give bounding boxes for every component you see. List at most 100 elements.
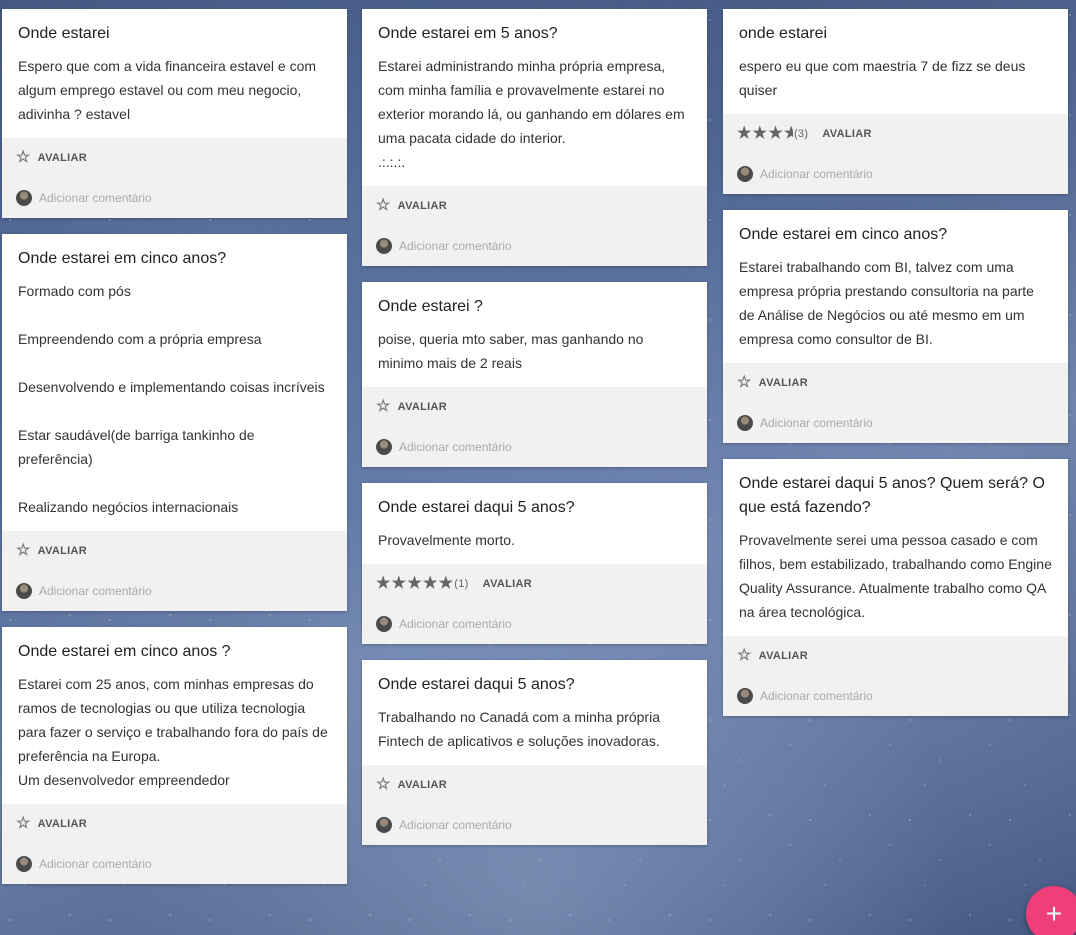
post-title: Onde estarei em 5 anos?	[378, 25, 558, 42]
add-comment-field[interactable]: Adicionar comentário	[16, 571, 333, 611]
avatar	[16, 856, 32, 872]
post-card[interactable]: Onde estarei em 5 anos? Estarei administr…	[362, 9, 707, 266]
post-card[interactable]: Onde estarei daqui 5 anos? Provavelmente …	[362, 483, 707, 644]
add-post-button[interactable]: +	[1026, 886, 1076, 935]
add-comment-field[interactable]: Adicionar comentário	[376, 604, 693, 644]
star-filled-icon[interactable]: ★	[753, 126, 768, 142]
rating-row[interactable]: ☆ AVALIAR	[16, 138, 333, 178]
post-card[interactable]: Onde estarei em cinco anos? Formado com p…	[2, 234, 347, 611]
add-comment-field[interactable]: Adicionar comentário	[16, 178, 333, 218]
star-outline-icon[interactable]: ☆	[376, 777, 391, 793]
rating-row[interactable]: ★ ★ ★ ★ (3) AVALIAR	[737, 114, 1054, 154]
rate-button[interactable]: AVALIAR	[483, 578, 532, 590]
add-comment-placeholder[interactable]: Adicionar comentário	[399, 239, 512, 253]
rate-button[interactable]: AVALIAR	[398, 200, 447, 212]
add-comment-placeholder[interactable]: Adicionar comentário	[399, 440, 512, 454]
rating-stars[interactable]: ★ ★ ★ ★ (3)	[737, 126, 816, 142]
star-filled-icon[interactable]: ★	[737, 126, 752, 142]
add-comment-field[interactable]: Adicionar comentário	[376, 805, 693, 845]
post-footer: ☆ AVALIAR Adicionar comentário	[362, 186, 707, 266]
rate-button[interactable]: AVALIAR	[398, 401, 447, 413]
rating-stars[interactable]: ☆	[376, 198, 392, 214]
rate-button[interactable]: AVALIAR	[38, 152, 87, 164]
rate-button[interactable]: AVALIAR	[38, 545, 87, 557]
star-outline-icon[interactable]: ☆	[737, 375, 752, 391]
star-filled-icon[interactable]: ★	[439, 576, 454, 592]
post-body: Onde estarei em cinco anos ? Estarei com …	[2, 627, 347, 804]
rating-stars[interactable]: ★ ★ ★ ★ ★ (1)	[376, 576, 477, 592]
star-outline-icon[interactable]: ☆	[376, 399, 391, 415]
rating-stars[interactable]: ☆	[737, 375, 753, 391]
star-filled-icon[interactable]: ★	[407, 576, 422, 592]
rating-stars[interactable]: ☆	[376, 777, 392, 793]
post-card[interactable]: Onde estarei ? poise, queria mto saber, m…	[362, 282, 707, 467]
rating-count: (1)	[454, 578, 469, 590]
column-3: onde estarei espero eu que com maestria 7…	[723, 9, 1068, 732]
post-card[interactable]: Onde estarei em cinco anos? Estarei traba…	[723, 210, 1068, 443]
star-outline-icon[interactable]: ☆	[16, 150, 31, 166]
add-comment-placeholder[interactable]: Adicionar comentário	[39, 584, 152, 598]
add-comment-placeholder[interactable]: Adicionar comentário	[760, 167, 873, 181]
star-filled-icon[interactable]: ★	[423, 576, 438, 592]
star-filled-icon[interactable]: ★	[392, 576, 407, 592]
post-footer: ☆ AVALIAR Adicionar comentário	[2, 138, 347, 218]
post-footer: ☆ AVALIAR Adicionar comentário	[362, 387, 707, 467]
avatar	[737, 166, 753, 182]
post-body: Onde estarei em cinco anos? Estarei traba…	[723, 210, 1068, 363]
star-outline-icon[interactable]: ☆	[737, 648, 752, 664]
post-card[interactable]: Onde estarei em cinco anos ? Estarei com …	[2, 627, 347, 884]
add-comment-placeholder[interactable]: Adicionar comentário	[39, 857, 152, 871]
add-comment-field[interactable]: Adicionar comentário	[376, 226, 693, 266]
post-title: Onde estarei em cinco anos?	[18, 250, 227, 267]
rate-button[interactable]: AVALIAR	[822, 128, 871, 140]
add-comment-field[interactable]: Adicionar comentário	[16, 844, 333, 884]
star-outline-icon[interactable]: ☆	[16, 816, 31, 832]
rating-row[interactable]: ☆ AVALIAR	[16, 531, 333, 571]
rating-row[interactable]: ☆ AVALIAR	[737, 636, 1054, 676]
add-comment-placeholder[interactable]: Adicionar comentário	[760, 689, 873, 703]
rating-stars[interactable]: ☆	[16, 816, 32, 832]
rating-row[interactable]: ☆ AVALIAR	[737, 363, 1054, 403]
post-footer: ☆ AVALIAR Adicionar comentário	[723, 363, 1068, 443]
rating-row[interactable]: ☆ AVALIAR	[376, 387, 693, 427]
rating-row[interactable]: ★ ★ ★ ★ ★ (1) AVALIAR	[376, 564, 693, 604]
star-outline-icon[interactable]: ☆	[16, 543, 31, 559]
rate-button[interactable]: AVALIAR	[759, 377, 808, 389]
post-title: onde estarei	[739, 25, 828, 42]
add-comment-placeholder[interactable]: Adicionar comentário	[39, 191, 152, 205]
post-body: onde estarei espero eu que com maestria 7…	[723, 9, 1068, 114]
rating-row[interactable]: ☆ AVALIAR	[16, 804, 333, 844]
add-comment-field[interactable]: Adicionar comentário	[737, 403, 1054, 443]
rate-button[interactable]: AVALIAR	[398, 779, 447, 791]
add-comment-field[interactable]: Adicionar comentário	[737, 676, 1054, 716]
rating-stars[interactable]: ☆	[16, 150, 32, 166]
star-outline-icon[interactable]: ☆	[376, 198, 391, 214]
post-body: Onde estarei Espero que com a vida financ…	[2, 9, 347, 138]
rating-row[interactable]: ☆ AVALIAR	[376, 765, 693, 805]
rating-stars[interactable]: ☆	[376, 399, 392, 415]
rating-stars[interactable]: ☆	[737, 648, 753, 664]
post-card[interactable]: Onde estarei daqui 5 anos? Quem será? O …	[723, 459, 1068, 716]
post-footer: ☆ AVALIAR Adicionar comentário	[2, 804, 347, 884]
rate-button[interactable]: AVALIAR	[759, 650, 808, 662]
post-text: Provavelmente serei uma pessoa casado e …	[739, 532, 1052, 620]
star-filled-icon[interactable]: ★	[376, 576, 391, 592]
post-card[interactable]: Onde estarei daqui 5 anos? Trabalhando no…	[362, 660, 707, 845]
rating-stars[interactable]: ☆	[16, 543, 32, 559]
add-comment-placeholder[interactable]: Adicionar comentário	[760, 416, 873, 430]
post-body: Onde estarei ? poise, queria mto saber, m…	[362, 282, 707, 387]
add-comment-placeholder[interactable]: Adicionar comentário	[399, 617, 512, 631]
post-text: Formado com pós Empreendendo com a própr…	[18, 283, 325, 515]
rate-button[interactable]: AVALIAR	[38, 818, 87, 830]
star-half-icon[interactable]: ★	[784, 126, 793, 142]
add-comment-field[interactable]: Adicionar comentário	[376, 427, 693, 467]
post-title: Onde estarei ?	[378, 298, 483, 315]
post-text: Estarei com 25 anos, com minhas empresas…	[18, 676, 328, 788]
post-card[interactable]: Onde estarei Espero que com a vida financ…	[2, 9, 347, 218]
star-filled-icon[interactable]: ★	[768, 126, 783, 142]
add-comment-field[interactable]: Adicionar comentário	[737, 154, 1054, 194]
rating-row[interactable]: ☆ AVALIAR	[376, 186, 693, 226]
avatar	[737, 688, 753, 704]
add-comment-placeholder[interactable]: Adicionar comentário	[399, 818, 512, 832]
post-card[interactable]: onde estarei espero eu que com maestria 7…	[723, 9, 1068, 194]
